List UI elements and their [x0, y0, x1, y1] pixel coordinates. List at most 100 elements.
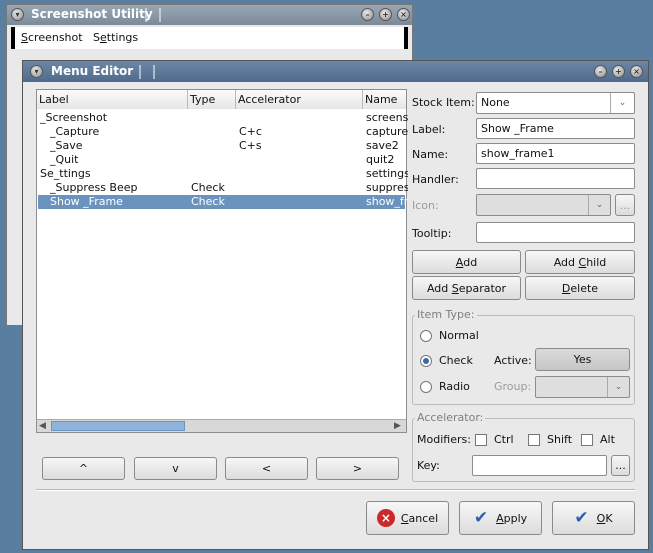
- add-child-mnemonic: C: [578, 255, 587, 269]
- tree-cell-label: Show _Frame: [50, 195, 123, 208]
- tree-cell-label: _Screenshot: [40, 111, 108, 124]
- tree-row[interactable]: _Save C+s save2: [38, 139, 405, 153]
- tree-cell-label: _Quit: [50, 153, 79, 166]
- menu-editor-dialog: ▾ Menu Editor – + × Label Type Accelerat…: [22, 60, 649, 550]
- radio-check[interactable]: [420, 355, 432, 367]
- titlebar-grip: [139, 65, 155, 79]
- column-header-type[interactable]: Type: [188, 90, 236, 109]
- cancel-rest: ancel: [408, 511, 439, 525]
- item-type-title: Item Type:: [415, 308, 477, 321]
- group-label: Group:: [494, 380, 532, 393]
- tree-cell-name: show_frame1: [366, 195, 408, 208]
- apply-button[interactable]: ✔ Apply: [459, 501, 542, 535]
- move-up-button[interactable]: ^: [42, 457, 125, 480]
- chevron-down-icon: ⌄: [588, 195, 610, 215]
- chevron-down-icon: ⌄: [607, 377, 629, 397]
- ok-mnemonic: O: [596, 511, 606, 525]
- tree-header: Label Type Accelerator Name: [37, 90, 406, 109]
- stock-item-combo[interactable]: None ⌄: [476, 92, 635, 114]
- minimize-icon[interactable]: –: [594, 65, 607, 78]
- close-icon[interactable]: ×: [630, 65, 643, 78]
- tree-row[interactable]: _Capture C+c capture: [38, 125, 408, 139]
- add-separator-rest: eparator: [458, 281, 507, 295]
- close-icon[interactable]: ×: [397, 8, 410, 21]
- checkmark-icon: ✔: [574, 508, 589, 528]
- move-down-button[interactable]: v: [134, 457, 217, 480]
- add-child-prefix: Add: [553, 255, 579, 269]
- ctrl-label[interactable]: Ctrl: [494, 433, 514, 446]
- menu-screenshot-mnemonic: S: [21, 31, 28, 44]
- radio-check-label[interactable]: Check: [439, 354, 473, 367]
- dialog-titlebar[interactable]: ▾ Menu Editor – + ×: [23, 61, 648, 82]
- delete-rest: elete: [570, 281, 599, 295]
- alt-checkbox[interactable]: [581, 434, 593, 446]
- menu-tree[interactable]: Label Type Accelerator Name _Screenshot s…: [36, 89, 408, 433]
- add-separator-prefix: Add: [426, 281, 452, 295]
- key-input[interactable]: [472, 455, 607, 476]
- column-header-accelerator[interactable]: Accelerator: [236, 90, 363, 109]
- icon-field-label: Icon:: [412, 199, 439, 212]
- radio-radio-label[interactable]: Radio: [439, 380, 470, 393]
- handler-input[interactable]: [476, 168, 635, 189]
- ok-button[interactable]: ✔ OK: [552, 501, 635, 535]
- delete-button[interactable]: Delete: [525, 276, 635, 300]
- menu-screenshot-rest: creenshot: [27, 31, 83, 44]
- menu-settings-prefix: S: [93, 31, 100, 44]
- accelerator-title: Accelerator:: [415, 411, 486, 424]
- move-left-button[interactable]: <: [225, 457, 308, 480]
- scroll-right-icon[interactable]: ▶: [394, 421, 401, 431]
- tree-cell-type: Check: [191, 195, 225, 208]
- tree-cell-label: _Capture: [50, 125, 100, 138]
- menu-settings[interactable]: Settings: [93, 31, 138, 44]
- horizontal-scrollbar[interactable]: ◀ ▶: [37, 419, 406, 432]
- window-menu-icon[interactable]: ▾: [30, 65, 43, 78]
- titlebar-grip: [145, 8, 161, 22]
- bg-window-title: Screenshot Utility: [31, 7, 153, 21]
- tree-row[interactable]: _Suppress Beep Check suppress: [38, 181, 408, 195]
- add-child-rest: hild: [586, 255, 607, 269]
- bg-menubar: Screenshot Settings: [11, 27, 408, 49]
- icon-combo: ⌄: [476, 194, 611, 216]
- tree-row[interactable]: Show _Frame Check show_frame1: [38, 195, 408, 209]
- add-separator-button[interactable]: Add Separator: [412, 276, 521, 300]
- key-browse-button[interactable]: ...: [611, 455, 630, 476]
- key-label: Key:: [417, 459, 440, 472]
- add-child-button[interactable]: Add Child: [525, 250, 635, 274]
- tree-cell-accel: C+c: [239, 125, 262, 138]
- window-menu-icon[interactable]: ▾: [11, 8, 24, 21]
- menu-screenshot[interactable]: Screenshot: [21, 31, 83, 44]
- cancel-button[interactable]: × Cancel: [366, 501, 449, 535]
- dialog-separator: [36, 489, 635, 491]
- scrollbar-thumb[interactable]: [51, 421, 185, 431]
- tree-row[interactable]: _Quit quit2: [38, 153, 405, 167]
- tooltip-input[interactable]: [476, 222, 635, 243]
- maximize-icon[interactable]: +: [612, 65, 625, 78]
- active-toggle-button[interactable]: Yes: [535, 348, 630, 371]
- shift-label[interactable]: Shift: [547, 433, 572, 446]
- add-button[interactable]: Add: [412, 250, 521, 274]
- tree-cell-type: Check: [191, 181, 225, 194]
- scroll-left-icon[interactable]: ◀: [39, 421, 46, 431]
- ctrl-checkbox[interactable]: [475, 434, 487, 446]
- radio-normal-label[interactable]: Normal: [439, 329, 479, 342]
- cancel-mnemonic: C: [400, 511, 409, 525]
- checkmark-icon: ✔: [473, 508, 489, 528]
- tree-row[interactable]: _Screenshot screenshot: [38, 111, 408, 125]
- alt-label[interactable]: Alt: [600, 433, 615, 446]
- name-input[interactable]: show_frame1: [476, 143, 635, 164]
- tree-row[interactable]: Se_ttings settings: [38, 167, 408, 181]
- radio-radio[interactable]: [420, 381, 432, 393]
- bg-window-titlebar[interactable]: ▾ Screenshot Utility – + ×: [7, 5, 412, 25]
- tree-cell-name: save2: [366, 139, 399, 152]
- column-header-name[interactable]: Name: [363, 90, 406, 109]
- accelerator-group: Accelerator: Modifiers: Ctrl Shift Alt K…: [412, 411, 635, 482]
- label-input[interactable]: Show _Frame: [476, 118, 635, 139]
- column-header-label[interactable]: Label: [37, 90, 188, 109]
- tree-cell-accel: C+s: [239, 139, 262, 152]
- minimize-icon[interactable]: –: [361, 8, 374, 21]
- radio-normal[interactable]: [420, 330, 432, 342]
- shift-checkbox[interactable]: [528, 434, 540, 446]
- move-right-button[interactable]: >: [316, 457, 399, 480]
- maximize-icon[interactable]: +: [379, 8, 392, 21]
- cancel-icon: ×: [376, 509, 395, 527]
